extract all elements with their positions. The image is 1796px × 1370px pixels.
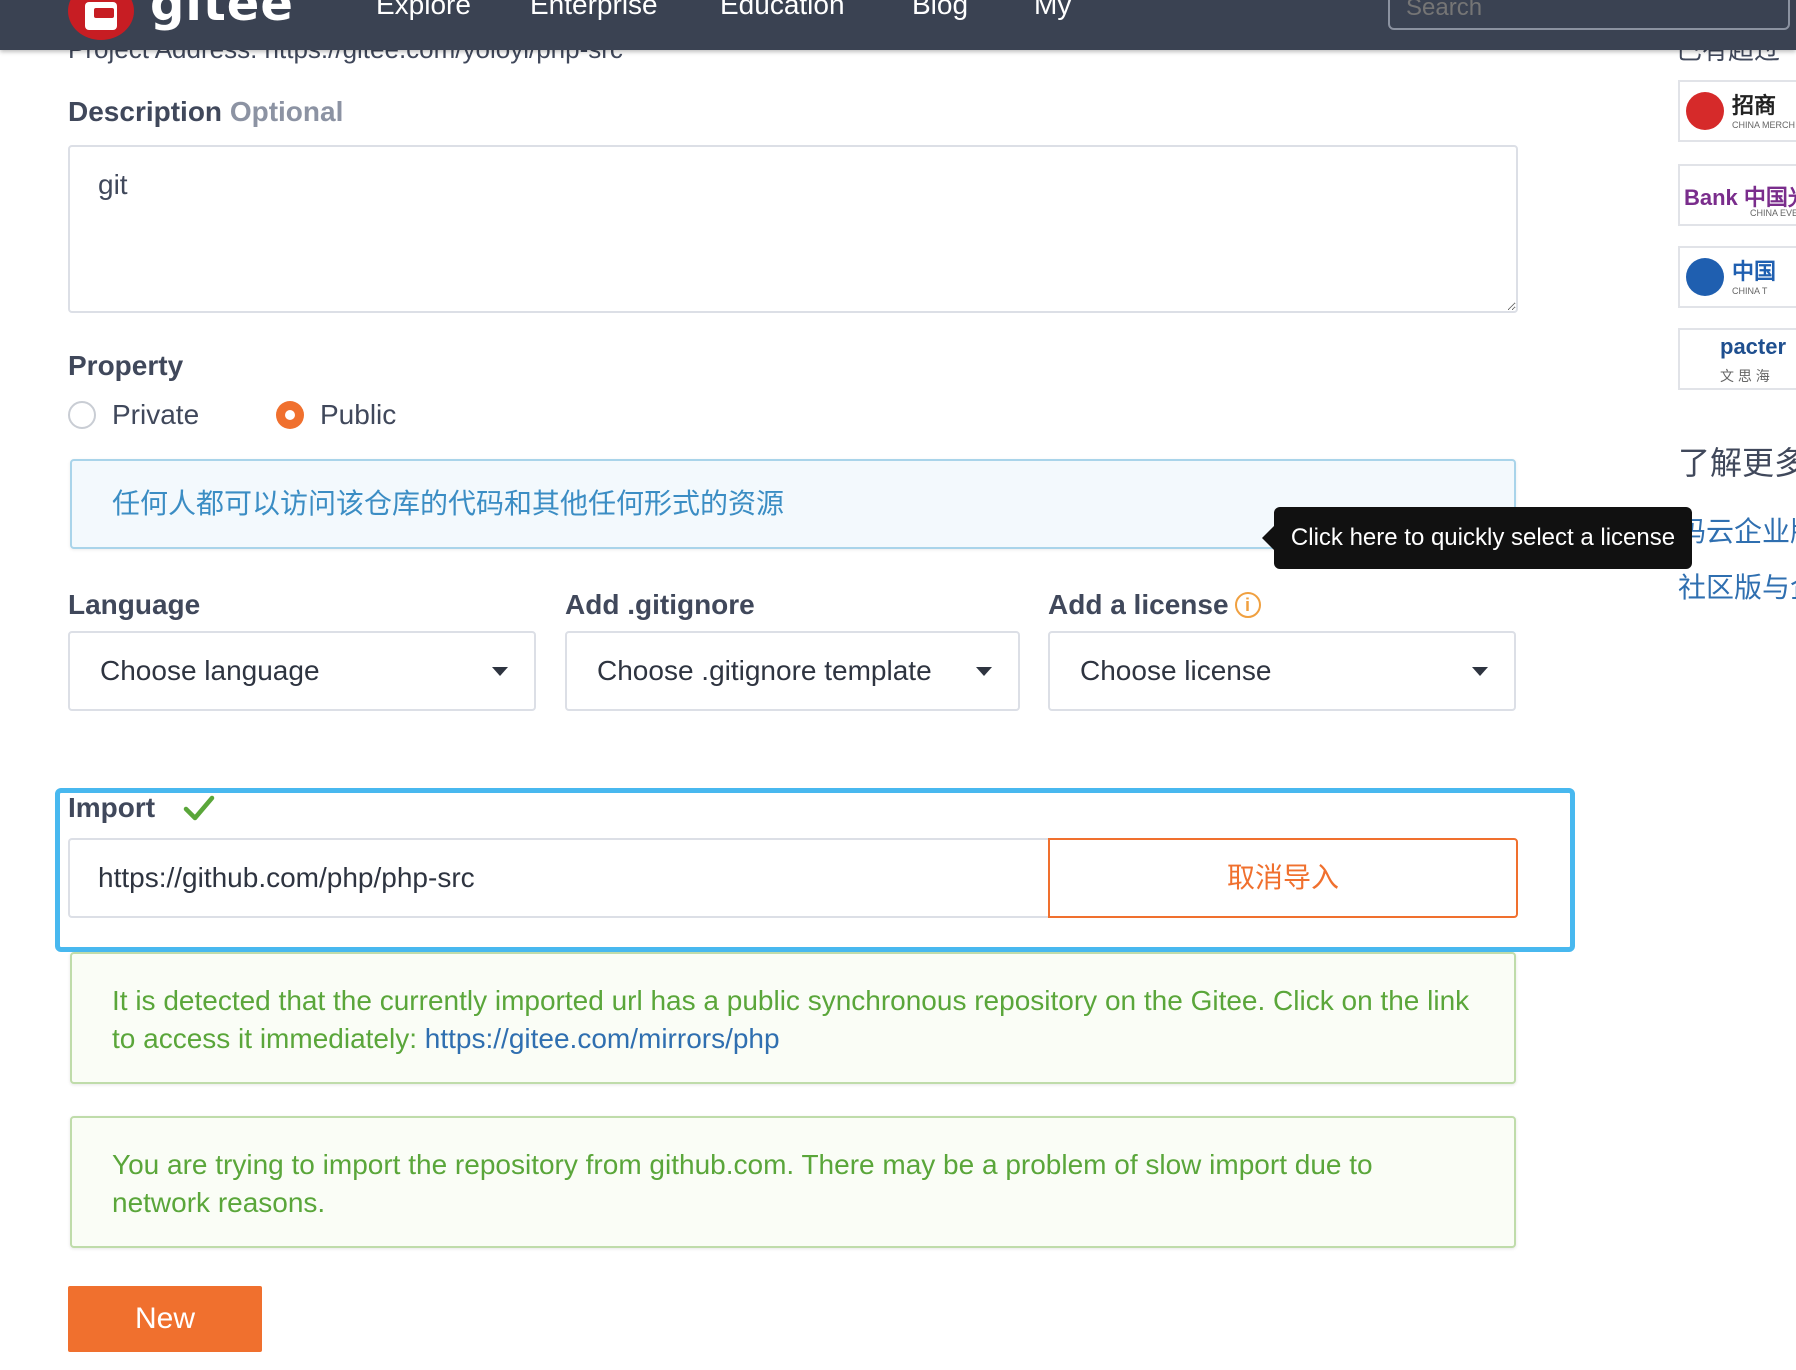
- description-label-text: Description: [68, 96, 223, 127]
- sidebar-link-enterprise[interactable]: 码云企业版: [1678, 510, 1796, 550]
- license-select[interactable]: Choose license: [1048, 631, 1516, 711]
- property-label: Property: [68, 350, 184, 381]
- search-input[interactable]: [1388, 0, 1790, 30]
- nav-item-education[interactable]: Education: [720, 0, 845, 22]
- nav-item-blog[interactable]: Blog: [912, 0, 968, 22]
- chevron-down-icon: [492, 667, 508, 676]
- sponsor-text: pacter: [1720, 334, 1787, 359]
- description-textarea[interactable]: git: [68, 145, 1518, 313]
- language-select-value: Choose language: [100, 655, 320, 686]
- github-notice: You are trying to import the repository …: [70, 1116, 1516, 1248]
- top-navigation: gitee Explore Enterprise Education Blog …: [0, 0, 1796, 50]
- sponsor-sub: 文 思 海: [1720, 368, 1770, 384]
- sponsor-logo[interactable]: 中国 CHINA T: [1678, 246, 1796, 308]
- cmb-logo-icon: [1686, 92, 1724, 130]
- sponsor-logo[interactable]: Bank 中国光 CHINA EVE: [1678, 164, 1796, 226]
- nav-item-explore[interactable]: Explore: [376, 0, 471, 22]
- sidebar-heading: 了解更多: [1678, 445, 1796, 481]
- sidebar-link-community[interactable]: 社区版与企: [1678, 566, 1796, 606]
- license-select-value: Choose license: [1080, 655, 1272, 686]
- chevron-down-icon: [976, 667, 992, 676]
- new-button[interactable]: New: [68, 1286, 262, 1352]
- sponsor-text: 中国: [1732, 259, 1777, 284]
- radio-public[interactable]: Public: [276, 399, 396, 431]
- gitignore-label: Add .gitignore: [565, 589, 755, 620]
- import-highlight-frame: [55, 788, 1575, 952]
- radio-private-circle[interactable]: [68, 401, 96, 429]
- radio-private[interactable]: Private: [68, 399, 199, 431]
- sponsor-sub: CHINA EVE: [1750, 208, 1796, 218]
- chevron-down-icon: [1472, 667, 1488, 676]
- info-icon[interactable]: i: [1234, 592, 1261, 618]
- optional-tag: Optional: [229, 96, 344, 127]
- sponsor-logo[interactable]: 招商 CHINA MERCH: [1678, 80, 1796, 142]
- gitignore-select[interactable]: Choose .gitignore template: [565, 631, 1020, 711]
- description-label: Description Optional: [68, 96, 343, 128]
- radio-private-label: Private: [112, 399, 200, 430]
- language-label: Language: [68, 589, 201, 620]
- import-label: Import: [68, 792, 156, 823]
- sponsor-logo[interactable]: pacter 文 思 海: [1678, 328, 1796, 390]
- mirror-notice-text: It is detected that the currently import…: [112, 985, 1470, 1054]
- sponsor-sub: CHINA MERCH: [1732, 120, 1796, 130]
- radio-public-circle[interactable]: [276, 401, 304, 429]
- sponsor-text: 招商: [1732, 93, 1777, 118]
- language-select[interactable]: Choose language: [68, 631, 536, 711]
- gitignore-select-value: Choose .gitignore template: [597, 655, 932, 686]
- nav-item-my[interactable]: My: [1034, 0, 1071, 22]
- mirror-notice: It is detected that the currently import…: [70, 952, 1516, 1084]
- nav-item-enterprise[interactable]: Enterprise: [530, 0, 658, 22]
- telecom-logo-icon: [1686, 258, 1724, 296]
- radio-public-label: Public: [320, 399, 397, 430]
- logo-text[interactable]: gitee: [150, 0, 294, 28]
- license-tooltip: Click here to quickly select a license: [1262, 507, 1692, 569]
- mirror-link[interactable]: https://gitee.com/mirrors/php: [425, 1023, 780, 1054]
- sponsor-sub: CHINA T: [1732, 286, 1768, 296]
- license-label-text: Add a license: [1048, 589, 1229, 620]
- gitee-logo-icon[interactable]: [68, 0, 134, 40]
- license-label: Add a license i: [1048, 589, 1261, 621]
